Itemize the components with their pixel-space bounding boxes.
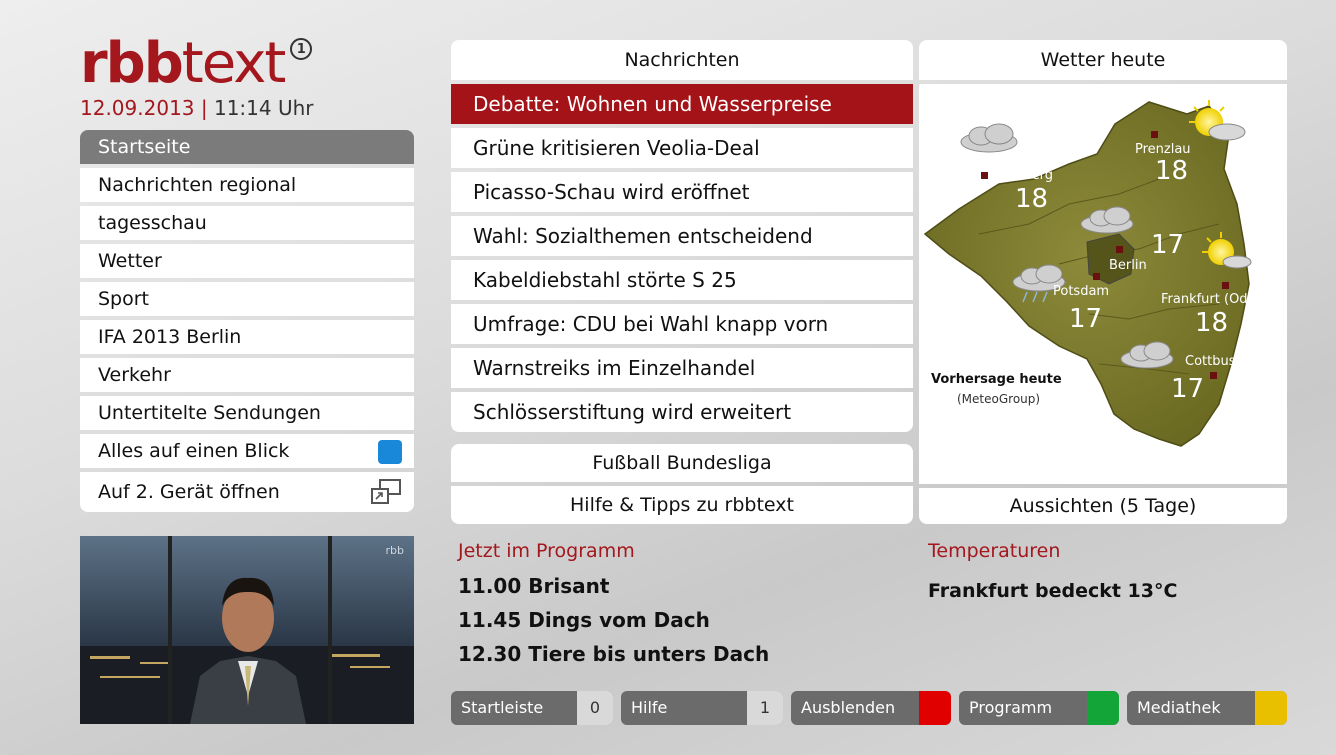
live-video[interactable]: rbb: [80, 536, 414, 724]
forecast-source: (MeteoGroup): [957, 392, 1041, 406]
key-1: 1: [747, 691, 783, 725]
cloud-icon: [960, 123, 1018, 153]
news-item[interactable]: Umfrage: CDU bei Wahl knapp vorn: [451, 304, 913, 344]
ausblenden-button[interactable]: Ausblenden: [791, 691, 951, 725]
menu-item-second-device[interactable]: Auf 2. Gerät öffnen: [80, 472, 414, 512]
city-temp: 18: [1195, 308, 1229, 338]
temperature-line: Frankfurt bedeckt 13°C: [928, 580, 1178, 602]
menu-item-sport[interactable]: Sport: [80, 282, 414, 316]
blue-button-icon: [378, 440, 402, 464]
city-temp: 17: [1151, 230, 1185, 260]
menu-item-verkehr[interactable]: Verkehr: [80, 358, 414, 392]
date-separator: |: [200, 96, 208, 120]
rbbtext-logo: rbbtext 1: [80, 36, 313, 92]
green-key-icon: [1087, 691, 1119, 725]
key-0: 0: [577, 691, 613, 725]
button-label: Programm: [969, 698, 1053, 717]
date-time: 12.09.2013 | 11:14 Uhr: [80, 96, 314, 120]
mediathek-button[interactable]: Mediathek: [1127, 691, 1287, 725]
startleiste-button[interactable]: Startleiste 0: [451, 691, 613, 725]
city-temp: 17: [1069, 304, 1103, 334]
news-header[interactable]: Nachrichten: [451, 40, 913, 80]
date: 12.09.2013: [80, 96, 195, 120]
weather-map[interactable]: Prenzlau 18 Perleberg 18 Berlin 17 Potsd…: [919, 84, 1287, 484]
news-item[interactable]: Grüne kritisieren Veolia-Deal: [451, 128, 913, 168]
video-frame: [80, 536, 414, 724]
menu-item-untertitelte-sendungen[interactable]: Untertitelte Sendungen: [80, 396, 414, 430]
menu-item-wetter[interactable]: Wetter: [80, 244, 414, 278]
city-label: Potsdam: [1053, 284, 1110, 299]
logo-mark-icon: 1: [290, 38, 313, 60]
program-title: Jetzt im Programm: [458, 540, 635, 562]
news-item[interactable]: Kabeldiebstahl störte S 25: [451, 260, 913, 300]
program-line[interactable]: 11.00 Brisant: [458, 574, 609, 598]
menu-item-label: Auf 2. Gerät öffnen: [98, 481, 280, 503]
second-screen-icon: [371, 479, 401, 504]
menu-item-startseite[interactable]: Startseite: [80, 130, 414, 164]
forecast-label: Vorhersage heute: [931, 372, 1062, 387]
news-item[interactable]: Debatte: Wohnen und Wasserpreise: [451, 84, 913, 124]
program-line[interactable]: 12.30 Tiere bis unters Dach: [458, 642, 769, 666]
menu-item-ifa[interactable]: IFA 2013 Berlin: [80, 320, 414, 354]
programm-button[interactable]: Programm: [959, 691, 1119, 725]
button-label: Mediathek: [1137, 698, 1221, 717]
button-label: Hilfe: [631, 698, 668, 717]
news-item[interactable]: Picasso-Schau wird eröffnet: [451, 172, 913, 212]
temperatures-title: Temperaturen: [928, 540, 1061, 562]
hilfe-button[interactable]: Hilfe 1: [621, 691, 783, 725]
program-line[interactable]: 11.45 Dings vom Dach: [458, 608, 710, 632]
menu-item-alles-auf-einen-blick[interactable]: Alles auf einen Blick: [80, 434, 414, 468]
news-item[interactable]: Schlösserstiftung wird erweitert: [451, 392, 913, 432]
bundesliga-link[interactable]: Fußball Bundesliga: [451, 444, 913, 482]
button-label: Ausblenden: [801, 698, 896, 717]
help-tips-link[interactable]: Hilfe & Tipps zu rbbtext: [451, 486, 913, 524]
main-menu: Startseite Nachrichten regional tagessch…: [80, 130, 414, 516]
news-item[interactable]: Wahl: Sozialthemen entscheidend: [451, 216, 913, 256]
yellow-key-icon: [1255, 691, 1287, 725]
menu-item-label: Alles auf einen Blick: [98, 440, 290, 462]
city-label: Prenzlau: [1135, 142, 1191, 157]
city-label: Cottbus: [1185, 354, 1236, 369]
weather-outlook-link[interactable]: Aussichten (5 Tage): [919, 488, 1287, 524]
red-key-icon: [919, 691, 951, 725]
city-temp: 17: [1171, 374, 1205, 404]
news-item[interactable]: Warnstreiks im Einzelhandel: [451, 348, 913, 388]
weather-header[interactable]: Wetter heute: [919, 40, 1287, 80]
city-label: Perleberg: [991, 168, 1053, 183]
menu-item-tagesschau[interactable]: tagesschau: [80, 206, 414, 240]
button-label: Startleiste: [461, 698, 544, 717]
time: 11:14 Uhr: [213, 96, 314, 120]
city-temp: 18: [1155, 156, 1189, 186]
logo-brand-rbb: rbb: [80, 31, 184, 96]
city-temp: 18: [1015, 184, 1049, 214]
city-label: Berlin: [1109, 258, 1147, 273]
city-label: Frankfurt (Oder): [1161, 292, 1266, 307]
channel-logo: rbb: [385, 544, 405, 557]
menu-item-nachrichten-regional[interactable]: Nachrichten regional: [80, 168, 414, 202]
news-list: Debatte: Wohnen und Wasserpreise Grüne k…: [451, 84, 913, 436]
logo-brand-text: text: [181, 31, 287, 96]
